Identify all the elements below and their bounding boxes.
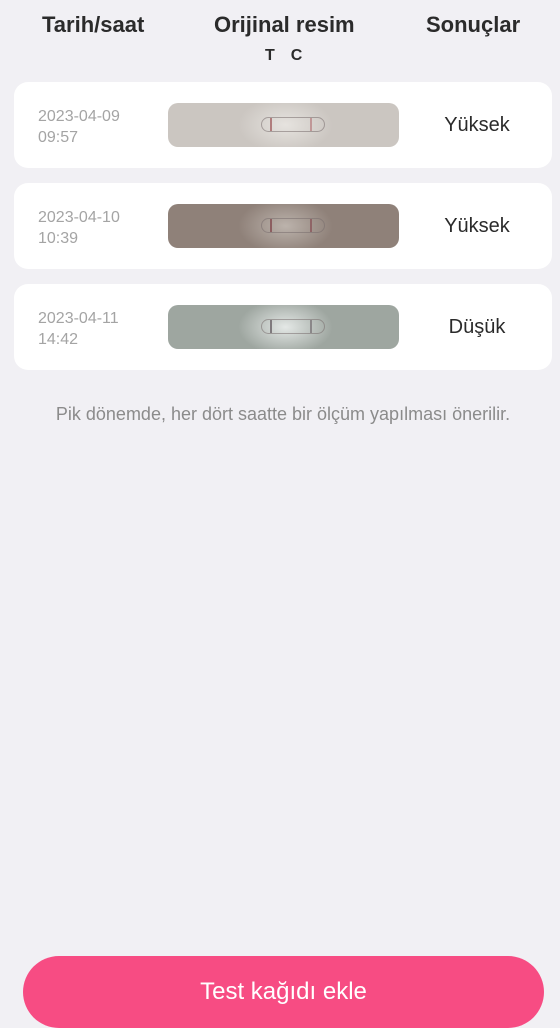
strip-c-line bbox=[310, 118, 312, 131]
strip-c-line bbox=[310, 219, 312, 232]
record-time: 09:57 bbox=[38, 129, 79, 146]
test-record-list: 2023-04-09 09:57 Yüksek 2023-04-10 10:39… bbox=[14, 82, 552, 385]
strip-t-line bbox=[270, 219, 272, 232]
record-time: 10:39 bbox=[38, 230, 79, 247]
original-image-column-title: Orijinal resim bbox=[214, 12, 355, 37]
add-test-strip-button[interactable]: Test kağıdı ekle bbox=[23, 956, 544, 1028]
c-marker-label: C bbox=[290, 47, 303, 64]
strip-t-line bbox=[270, 118, 272, 131]
test-record-row[interactable]: 2023-04-10 10:39 Yüksek bbox=[14, 183, 552, 269]
record-date: 2023-04-10 bbox=[38, 209, 120, 226]
test-strip-image[interactable] bbox=[168, 103, 399, 147]
test-record-row[interactable]: 2023-04-11 14:42 Düşük bbox=[14, 284, 552, 370]
record-date-time: 2023-04-11 14:42 bbox=[38, 308, 119, 350]
test-strip-image[interactable] bbox=[168, 204, 399, 248]
record-date: 2023-04-11 bbox=[38, 310, 119, 327]
record-date-time: 2023-04-10 10:39 bbox=[38, 207, 120, 249]
record-date: 2023-04-09 bbox=[38, 108, 120, 125]
test-record-row[interactable]: 2023-04-09 09:57 Yüksek bbox=[14, 82, 552, 168]
strip-c-line bbox=[310, 320, 312, 333]
test-strip-image[interactable] bbox=[168, 305, 399, 349]
date-time-column-title: Tarih/saat bbox=[42, 12, 145, 37]
record-result: Düşük bbox=[448, 316, 506, 338]
measurement-hint: Pik dönemde, her dört saatte bir ölçüm y… bbox=[55, 404, 511, 424]
t-marker-label: T bbox=[265, 47, 275, 64]
record-date-time: 2023-04-09 09:57 bbox=[38, 106, 120, 148]
record-result: Yüksek bbox=[444, 114, 510, 136]
record-result: Yüksek bbox=[444, 215, 510, 237]
results-column-title: Sonuçlar bbox=[426, 12, 521, 37]
record-time: 14:42 bbox=[38, 331, 79, 348]
strip-t-line bbox=[270, 320, 272, 333]
table-header: Tarih/saat Orijinal resim T C Sonuçlar bbox=[0, 0, 560, 80]
tc-marker-labels: T C bbox=[265, 47, 302, 65]
